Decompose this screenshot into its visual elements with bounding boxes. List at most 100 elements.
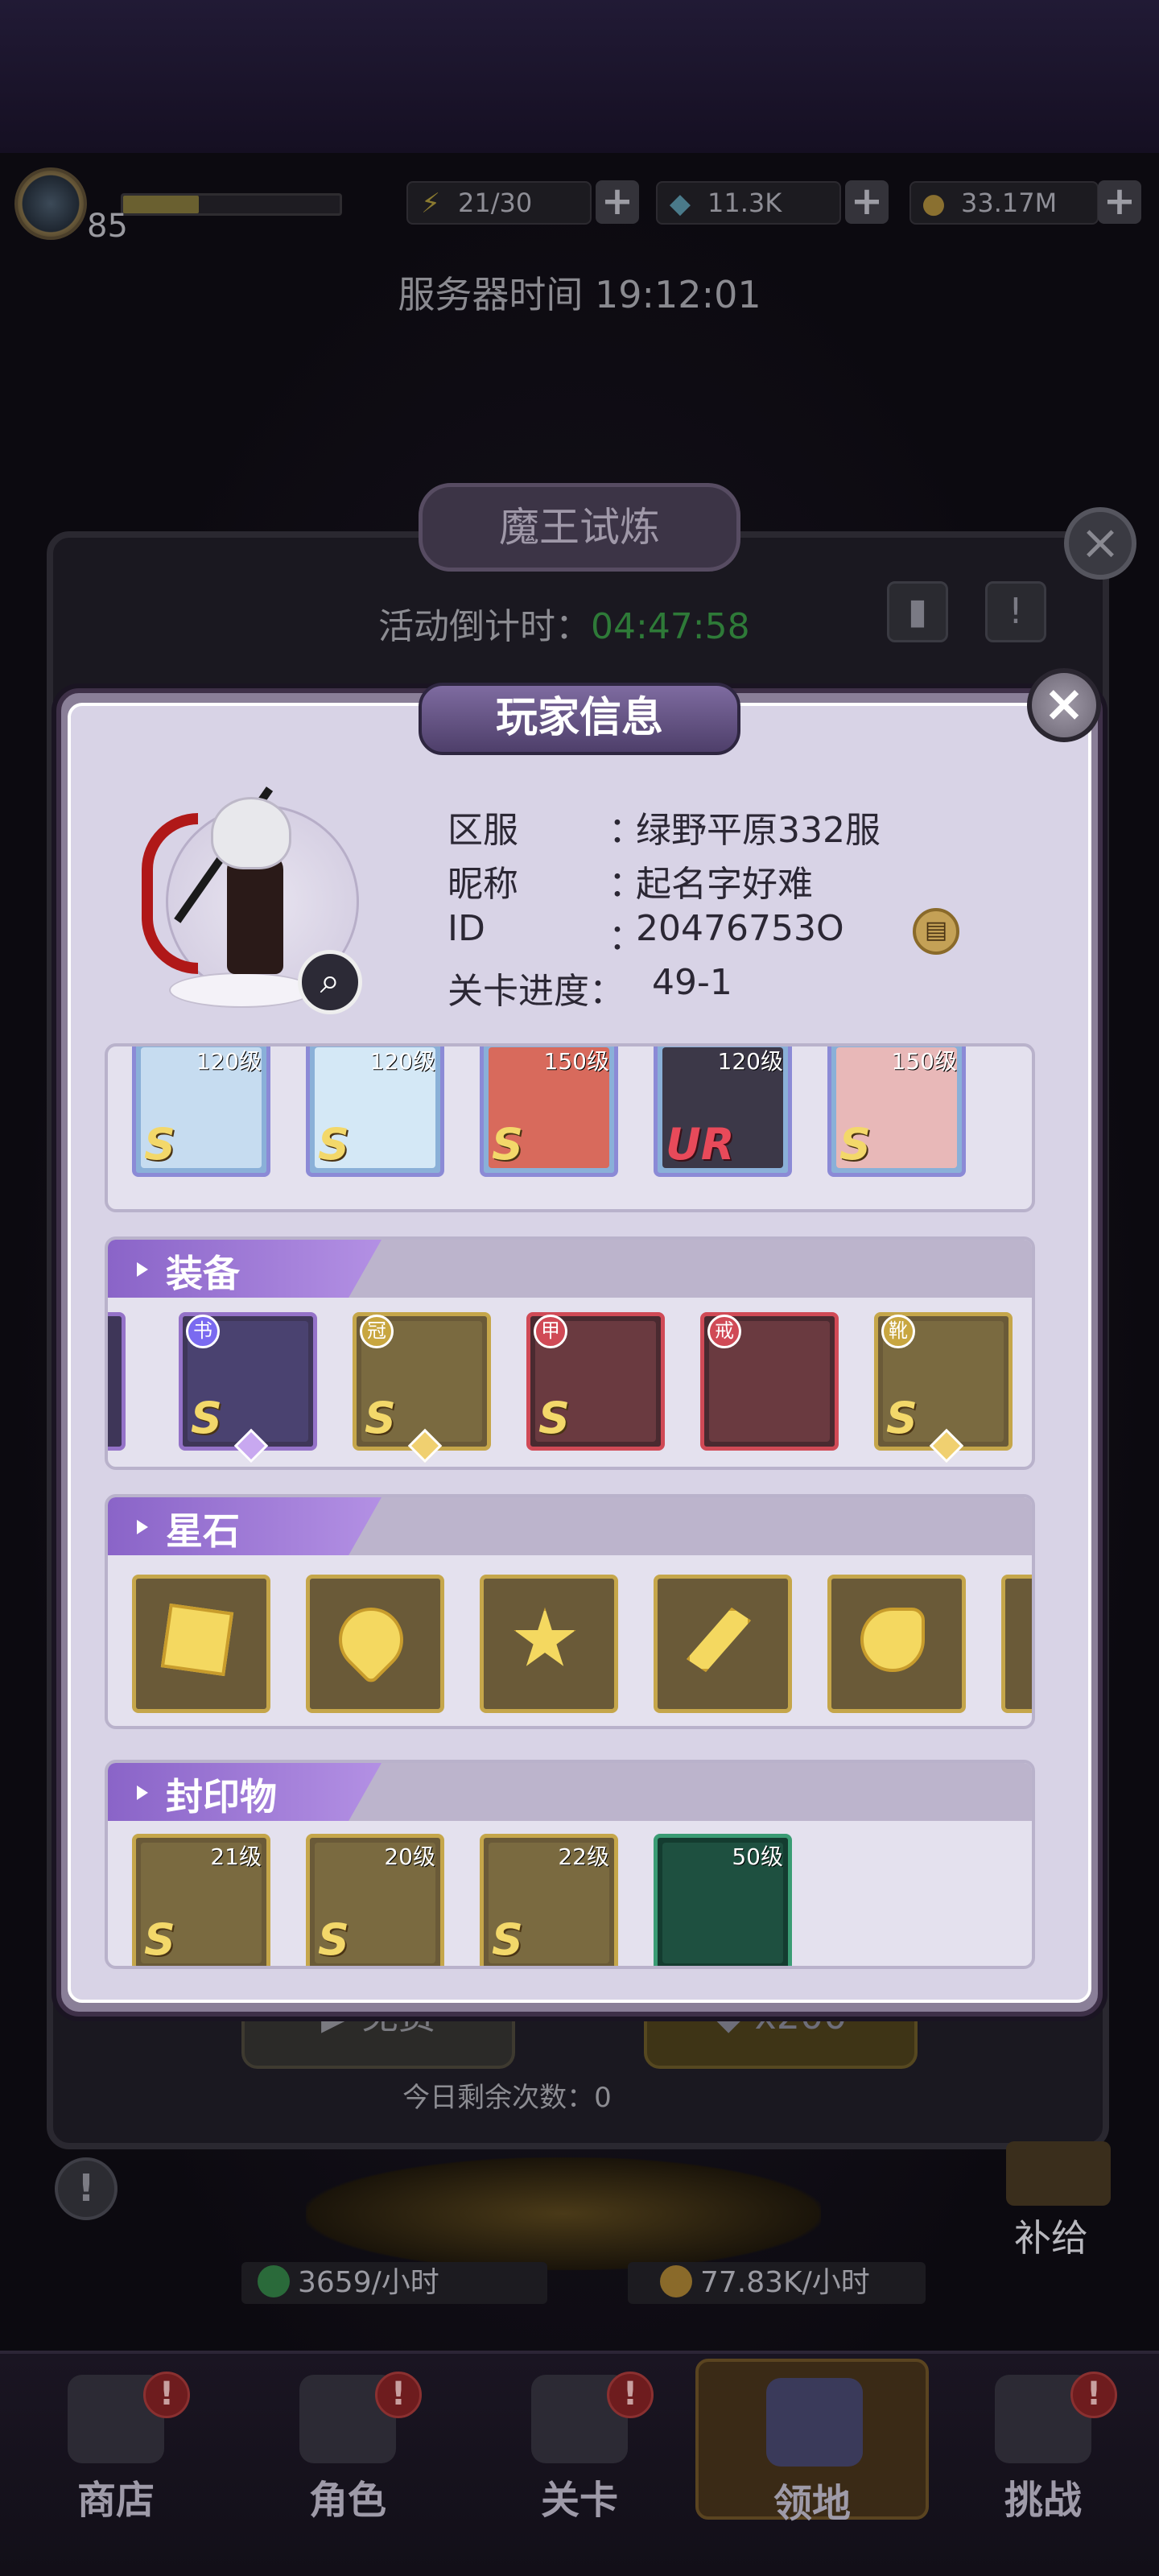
- dialog-close-button[interactable]: ×: [1027, 668, 1101, 742]
- countdown-label: 活动倒计时：: [378, 606, 591, 647]
- star-stone-card[interactable]: [480, 1575, 618, 1713]
- coin-pile-image[interactable]: [306, 2157, 821, 2270]
- nickname-value: 起名字好难: [636, 864, 813, 905]
- star-stone-card[interactable]: [132, 1575, 270, 1713]
- gem-value: 11.3K: [707, 188, 782, 218]
- seal-card[interactable]: 21级 S: [132, 1834, 270, 1966]
- nav-tab-territory[interactable]: 领地: [695, 2359, 929, 2526]
- nav-label-character: 角色: [308, 2478, 386, 2523]
- equipment-card[interactable]: 戒: [700, 1312, 839, 1451]
- exp-rate-value: 3659/小时: [298, 2266, 439, 2299]
- avatar-pedestal: [169, 972, 314, 1008]
- event-close-button[interactable]: ×: [1064, 507, 1136, 580]
- nickname-label: 昵称: [448, 864, 518, 905]
- territory-info-button[interactable]: !: [55, 2157, 118, 2220]
- hero-level: 120级: [369, 1048, 435, 1075]
- square-gem-icon: [160, 1603, 234, 1677]
- progress-value: 49-1: [652, 962, 732, 1003]
- nav-tab-stage[interactable]: ! 关卡: [464, 2359, 695, 2523]
- xp-bar-fill: [123, 196, 200, 213]
- equipment-tab: [108, 1240, 382, 1298]
- add-gems-button[interactable]: +: [845, 180, 889, 224]
- server-time: 服务器时间 19:12:01: [398, 273, 761, 316]
- id-label: ID: [448, 908, 485, 949]
- server-value: 绿野平原332服: [636, 810, 881, 851]
- hero-card[interactable]: 150级 S: [827, 1046, 966, 1177]
- equipment-grade: S: [886, 1393, 918, 1443]
- nav-tab-challenge[interactable]: ! 挑战: [927, 2359, 1159, 2523]
- slot-icon: 甲: [534, 1315, 567, 1348]
- star-stone-title: 星石: [166, 1509, 240, 1553]
- nav-tab-shop[interactable]: ! 商店: [0, 2359, 232, 2523]
- equipment-card[interactable]: [108, 1312, 126, 1451]
- hero-card[interactable]: 150级 S: [480, 1046, 618, 1177]
- nav-tab-character[interactable]: ! 角色: [232, 2359, 464, 2523]
- dialog-title: 玩家信息: [419, 683, 740, 755]
- diamond-icon: ◆: [669, 188, 691, 220]
- star-stone-card[interactable]: [306, 1575, 444, 1713]
- seal-card[interactable]: 50级: [654, 1834, 792, 1966]
- event-countdown: 活动倒计时：04:47:58: [378, 597, 750, 649]
- seal-grade: S: [492, 1914, 523, 1965]
- hero-card[interactable]: 120级 UR: [654, 1046, 792, 1177]
- arrow-icon: [137, 1785, 148, 1800]
- heroes-section[interactable]: 120级 S 120级 S 150级 S 120级 UR 150级 S: [105, 1043, 1035, 1212]
- hero-level: 120级: [717, 1048, 783, 1075]
- cart-icon: [1006, 2141, 1111, 2206]
- avatar-body: [227, 853, 283, 974]
- energy-value: 21/30: [458, 188, 533, 218]
- seal-card[interactable]: 20级 S: [306, 1834, 444, 1966]
- nav-label-shop: 商店: [76, 2478, 155, 2523]
- level-emblem-icon[interactable]: [14, 167, 87, 240]
- castle-icon: [766, 2378, 863, 2467]
- copy-id-button[interactable]: ▤: [913, 908, 959, 955]
- energy-counter: ⚡ 21/30: [406, 181, 592, 225]
- equipment-card[interactable]: 冠 S: [353, 1312, 491, 1463]
- lightning-icon: ⚡: [421, 188, 440, 220]
- slot-icon: 书: [186, 1315, 220, 1348]
- remaining-attempts: 今日剩余次数：0: [402, 2082, 612, 2114]
- seal-level: 22级: [558, 1843, 609, 1870]
- shard-gem-icon: [687, 1608, 751, 1672]
- star-stone-card[interactable]: [1001, 1575, 1032, 1713]
- avatar-head: [211, 797, 291, 869]
- player-level: 85: [87, 208, 128, 245]
- xp-bar: [121, 193, 342, 216]
- hero-card[interactable]: 120级 S: [306, 1046, 444, 1177]
- view-avatar-button[interactable]: ⌕: [298, 950, 362, 1014]
- equipment-title: 装备: [166, 1252, 240, 1295]
- seal-title: 封印物: [166, 1775, 277, 1818]
- event-info-button[interactable]: !: [985, 581, 1046, 642]
- star-gem-icon: [514, 1608, 576, 1666]
- add-energy-button[interactable]: +: [596, 180, 639, 224]
- seal-level: 21级: [210, 1843, 262, 1870]
- coin-counter: ● 33.17M: [909, 181, 1099, 225]
- equipment-card[interactable]: 书 S: [179, 1312, 317, 1463]
- equipment-grade: S: [191, 1393, 222, 1443]
- supply-label: 补给: [1014, 2216, 1088, 2260]
- shop-alert-badge: !: [143, 2372, 190, 2418]
- add-coins-button[interactable]: +: [1098, 180, 1141, 224]
- hero-card[interactable]: 120级 S: [132, 1046, 270, 1177]
- seal-section[interactable]: 封印物 21级 S 20级 S 22级 S 50级: [105, 1760, 1035, 1969]
- seal-card[interactable]: 22级 S: [480, 1834, 618, 1966]
- star-stone-card[interactable]: [654, 1575, 792, 1713]
- top-background: [0, 0, 1159, 153]
- equipment-card[interactable]: 甲 S: [526, 1312, 665, 1451]
- hero-level: 120级: [196, 1048, 262, 1075]
- coin-value: 33.17M: [961, 188, 1058, 218]
- coin-icon: ●: [922, 188, 946, 220]
- equipment-section[interactable]: 装备 书 S 冠 S 甲 S 戒 靴 S: [105, 1236, 1035, 1470]
- hero-grade: UR: [666, 1119, 735, 1170]
- hero-level: 150级: [891, 1048, 957, 1075]
- supply-button[interactable]: 补给: [998, 2141, 1119, 2262]
- star-stone-card[interactable]: [827, 1575, 966, 1713]
- event-title: 魔王试炼: [419, 483, 740, 572]
- equipment-grade: S: [538, 1393, 570, 1443]
- ranking-button[interactable]: ▮: [887, 581, 948, 642]
- hero-level: 150级: [543, 1048, 609, 1075]
- coin-rate-icon: [660, 2265, 692, 2297]
- star-stone-tab: [108, 1497, 382, 1555]
- star-stone-section[interactable]: 星石: [105, 1494, 1035, 1729]
- equipment-card[interactable]: 靴 S: [874, 1312, 1013, 1463]
